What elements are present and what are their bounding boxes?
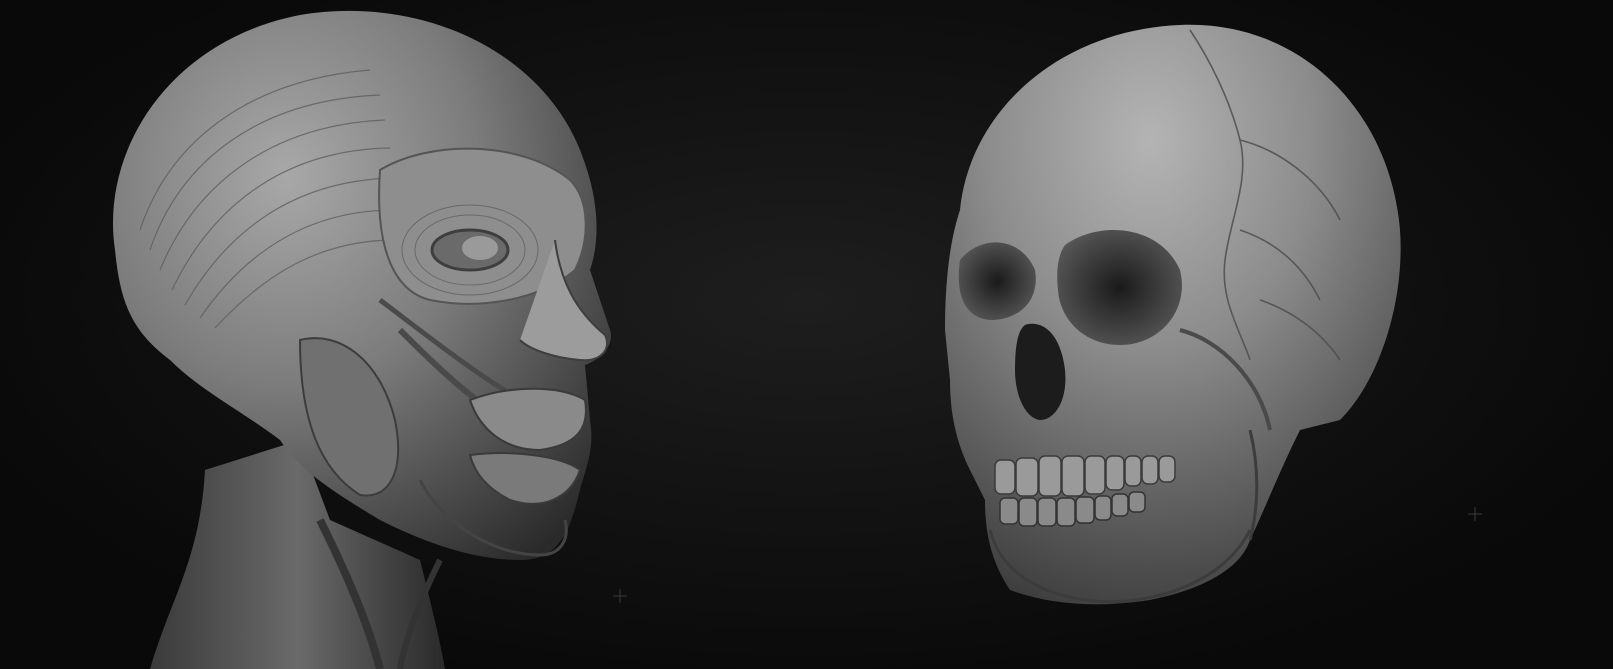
render-canvas (112, 10, 1482, 669)
crosshair-marker-icon (613, 589, 627, 603)
crosshair-marker-icon (1468, 507, 1482, 521)
skull-sculpt-icon (945, 24, 1401, 605)
sculpt-viewport[interactable] (0, 0, 1613, 669)
muscle-head-sculpt-icon (112, 10, 611, 669)
